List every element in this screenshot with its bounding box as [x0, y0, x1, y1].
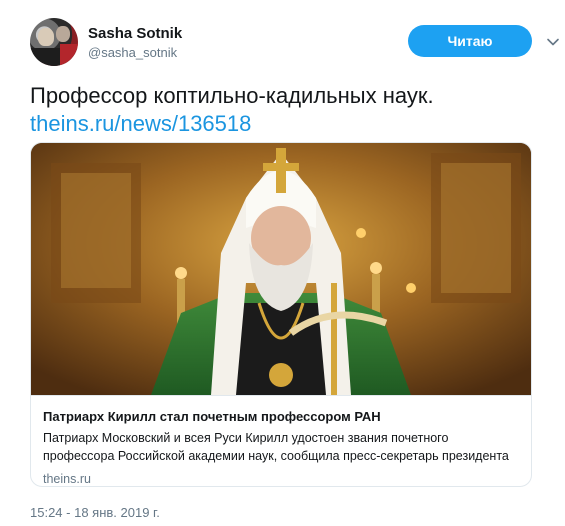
tweet-body: Профессор коптильно-кадильных наук. — [30, 83, 434, 108]
card-domain: theins.ru — [43, 472, 91, 486]
avatar[interactable] — [30, 18, 78, 66]
user-handle[interactable]: @sasha_sotnik — [88, 45, 177, 60]
tweet-text: Профессор коптильно-кадильных наук. thei… — [30, 82, 535, 138]
user-name[interactable]: Sasha Sotnik — [88, 25, 182, 42]
follow-button[interactable]: Читаю — [408, 25, 532, 57]
tweet-link[interactable]: theins.ru/news/136518 — [30, 111, 251, 136]
link-card[interactable]: Патриарх Кирилл стал почетным профессоро… — [30, 142, 532, 487]
card-description: Патриарх Московский и всея Руси Кирилл у… — [43, 431, 509, 463]
patriarch-photo — [31, 143, 531, 395]
tweet-header: Sasha Sotnik @sasha_sotnik Читаю — [30, 18, 559, 70]
chevron-down-icon[interactable] — [546, 35, 560, 49]
card-body: Патриарх Кирилл стал почетным профессоро… — [31, 395, 531, 486]
card-image[interactable] — [31, 143, 531, 395]
card-title[interactable]: Патриарх Кирилл стал почетным профессоро… — [43, 408, 521, 426]
tweet-timestamp[interactable]: 15:24 - 18 янв. 2019 г. — [30, 505, 160, 520]
